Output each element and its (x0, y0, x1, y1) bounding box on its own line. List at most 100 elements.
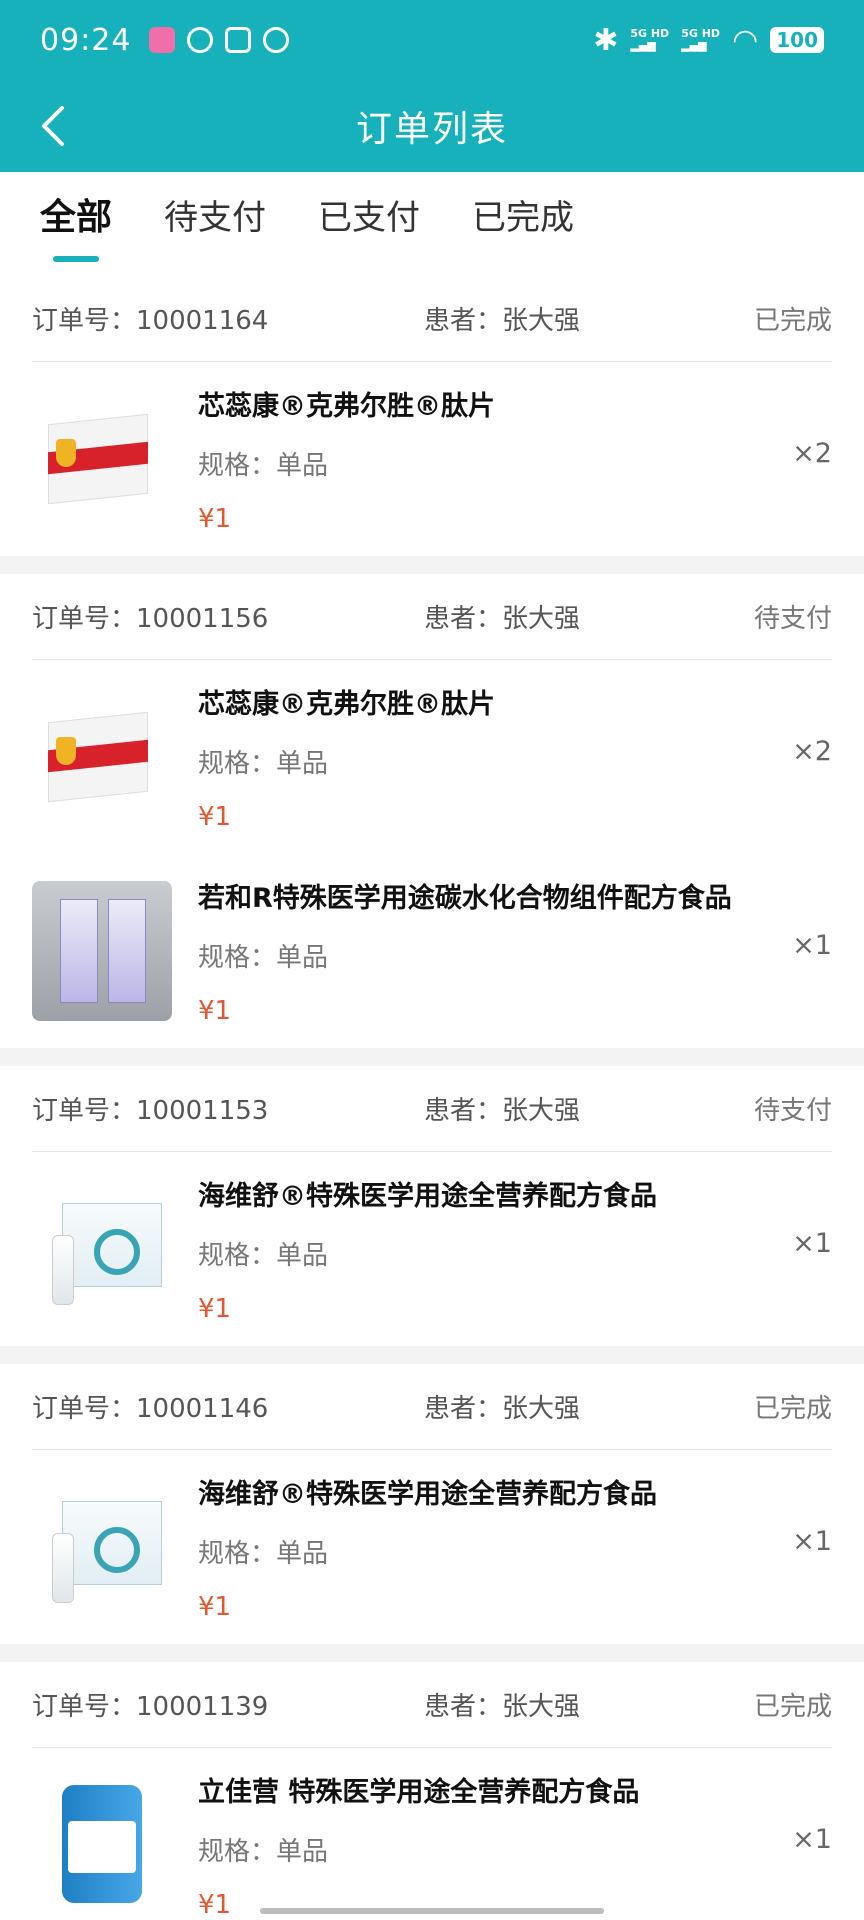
product-spec: 规格：单品 (198, 937, 832, 974)
patient: 患者：张大强 (424, 1090, 754, 1127)
order-card[interactable]: 订单号：10001153 患者：张大强 待支付 海维舒®特殊医学用途全营养配方食… (0, 1066, 864, 1346)
order-number: 订单号：10001146 (32, 1388, 424, 1425)
order-number-label: 订单号： (32, 1692, 137, 1722)
order-number-value: 10001164 (136, 306, 269, 336)
product-price: ¥1 (198, 504, 232, 534)
order-card[interactable]: 订单号：10001146 患者：张大强 已完成 海维舒®特殊医学用途全营养配方食… (0, 1364, 864, 1644)
patient: 患者：张大强 (424, 1686, 754, 1723)
product-price: ¥1 (198, 1294, 232, 1324)
patient-label: 患者： (424, 1096, 503, 1126)
patient-label: 患者： (424, 604, 503, 634)
app-notification-icon (149, 27, 176, 53)
product-quantity: ×2 (792, 438, 832, 469)
spec-label: 规格： (198, 1539, 277, 1569)
product-image (32, 1179, 172, 1319)
order-status: 待支付 (753, 1096, 832, 1126)
tab-label: 全部 (40, 197, 113, 238)
product-spec: 规格：单品 (198, 1533, 832, 1570)
back-arrow-icon[interactable] (34, 102, 74, 150)
order-card[interactable]: 订单号：10001139 患者：张大强 已完成 立佳营 特殊医学用途全营养配方食… (0, 1662, 864, 1920)
tab-label: 已支付 (318, 198, 421, 238)
patient-name: 张大强 (502, 1096, 581, 1126)
order-number-value: 10001139 (136, 1692, 269, 1722)
product-price: ¥1 (198, 1890, 232, 1920)
app-header: 09:24 ✱ 5G HD ▂▄▆ 5G HD ▂▄▆ ◠ 100 订单列表 (0, 0, 864, 172)
globe-icon (187, 27, 214, 53)
patient: 患者：张大强 (424, 598, 754, 635)
product-spec: 规格：单品 (198, 445, 832, 482)
tab-pending-payment[interactable]: 待支付 (164, 172, 266, 276)
order-status: 已完成 (753, 1692, 832, 1722)
patient-name: 张大强 (502, 604, 581, 634)
order-card[interactable]: 订单号：10001164 患者：张大强 已完成 芯蕊康®克弗尔胜®肽片 规格：单… (0, 276, 864, 556)
patient-name: 张大强 (502, 1394, 581, 1424)
product-quantity: ×1 (792, 1228, 832, 1259)
order-header: 订单号：10001156 患者：张大强 待支付 (32, 574, 832, 660)
product-name: 海维舒®特殊医学用途全营养配方食品 (198, 1181, 657, 1212)
order-item[interactable]: 立佳营 特殊医学用途全营养配方食品 规格：单品 ¥1 ×1 (32, 1748, 832, 1920)
sync-icon (263, 27, 290, 53)
notification-icons (149, 27, 290, 53)
product-name: 海维舒®特殊医学用途全营养配方食品 (198, 1479, 657, 1510)
order-card[interactable]: 订单号：10001156 患者：张大强 待支付 芯蕊康®克弗尔胜®肽片 规格：单… (0, 574, 864, 1048)
order-number: 订单号：10001153 (32, 1090, 424, 1127)
spec-label: 规格： (198, 749, 277, 779)
order-item[interactable]: 芯蕊康®克弗尔胜®肽片 规格：单品 ¥1 ×2 (32, 362, 832, 556)
order-header: 订单号：10001139 患者：张大强 已完成 (32, 1662, 832, 1748)
tab-label: 待支付 (164, 198, 267, 238)
order-number-label: 订单号： (32, 604, 137, 634)
spec-value: 单品 (276, 749, 329, 779)
product-price: ¥1 (198, 1592, 232, 1622)
media-icon (225, 27, 252, 53)
order-number: 订单号：10001139 (32, 1686, 424, 1723)
product-spec: 规格：单品 (198, 1831, 832, 1868)
product-quantity: ×1 (792, 1526, 832, 1557)
product-name: 芯蕊康®克弗尔胜®肽片 (198, 391, 495, 422)
order-list: 订单号：10001164 患者：张大强 已完成 芯蕊康®克弗尔胜®肽片 规格：单… (0, 276, 864, 1920)
signal-icon-2: 5G HD ▂▄▆ (681, 27, 721, 52)
product-price: ¥1 (198, 996, 232, 1026)
order-status: 已完成 (753, 306, 832, 336)
order-item[interactable]: 芯蕊康®克弗尔胜®肽片 规格：单品 ¥1 ×2 (32, 660, 832, 854)
tab-all[interactable]: 全部 (40, 172, 112, 276)
order-number-label: 订单号： (32, 1394, 137, 1424)
order-header: 订单号：10001164 患者：张大强 已完成 (32, 276, 832, 362)
patient-label: 患者： (424, 1394, 503, 1424)
product-image (32, 389, 172, 529)
order-item[interactable]: 海维舒®特殊医学用途全营养配方食品 规格：单品 ¥1 ×1 (32, 1450, 832, 1644)
status-time: 09:24 (40, 22, 132, 58)
product-quantity: ×1 (792, 1824, 832, 1855)
tab-label: 已完成 (472, 198, 575, 238)
order-number-value: 10001153 (136, 1096, 269, 1126)
tab-completed[interactable]: 已完成 (472, 172, 574, 276)
product-quantity: ×2 (792, 736, 832, 767)
patient: 患者：张大强 (424, 1388, 754, 1425)
product-quantity: ×1 (792, 930, 832, 961)
order-number-label: 订单号： (32, 306, 137, 336)
patient-name: 张大强 (502, 306, 581, 336)
product-image (32, 1477, 172, 1617)
spec-value: 单品 (276, 943, 329, 973)
order-header: 订单号：10001146 患者：张大强 已完成 (32, 1364, 832, 1450)
product-name: 芯蕊康®克弗尔胜®肽片 (198, 689, 495, 720)
order-header: 订单号：10001153 患者：张大强 待支付 (32, 1066, 832, 1152)
spec-label: 规格： (198, 1241, 277, 1271)
status-bar: 09:24 ✱ 5G HD ▂▄▆ 5G HD ▂▄▆ ◠ 100 (0, 0, 864, 80)
product-price: ¥1 (198, 802, 232, 832)
tab-paid[interactable]: 已支付 (318, 172, 420, 276)
signal-icon: 5G HD ▂▄▆ (630, 27, 670, 52)
order-item[interactable]: 海维舒®特殊医学用途全营养配方食品 规格：单品 ¥1 ×1 (32, 1152, 832, 1346)
nav-bar: 订单列表 (0, 80, 864, 172)
spec-value: 单品 (276, 1837, 329, 1867)
order-number-label: 订单号： (32, 1096, 137, 1126)
patient-label: 患者： (424, 306, 503, 336)
product-image (32, 1775, 172, 1915)
order-item[interactable]: 若和R特殊医学用途碳水化合物组件配方食品 规格：单品 ¥1 ×1 (32, 854, 832, 1048)
product-spec: 规格：单品 (198, 1235, 832, 1272)
order-number-value: 10001156 (136, 604, 269, 634)
home-indicator[interactable] (260, 1908, 604, 1914)
patient-name: 张大强 (502, 1692, 581, 1722)
order-number-value: 10001146 (136, 1394, 269, 1424)
patient: 患者：张大强 (424, 300, 754, 337)
order-tabs: 全部 待支付 已支付 已完成 (0, 172, 864, 276)
